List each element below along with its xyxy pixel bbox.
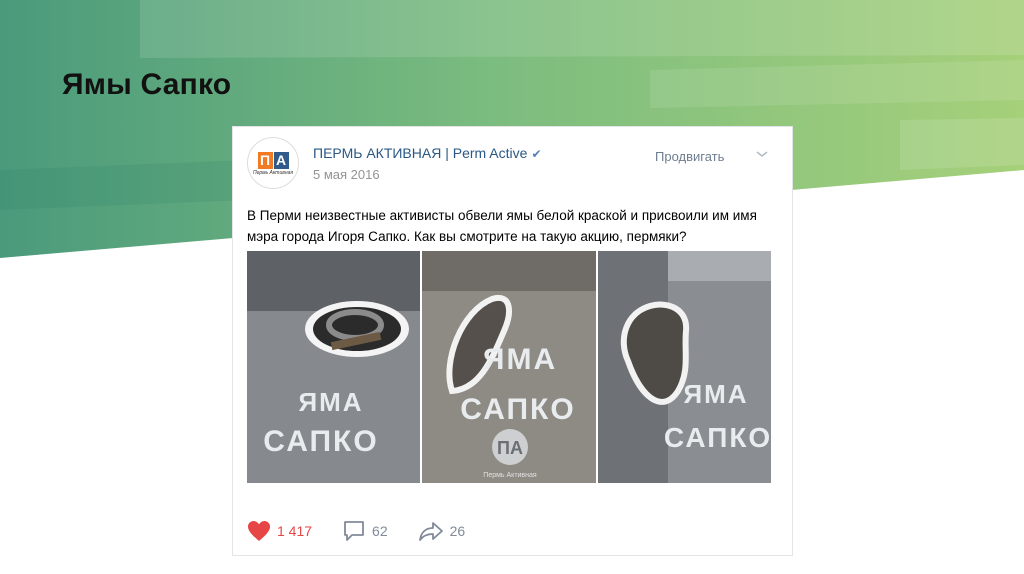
like-button[interactable]: 1 417: [247, 520, 312, 542]
pothole-photo-3: ЯМА САПКО: [597, 251, 771, 483]
pothole-photo-2: ЯМА САПКО ПА Пермь Активная: [422, 251, 596, 483]
comment-count: 62: [372, 523, 388, 539]
comment-icon: [344, 521, 364, 541]
post-actions: 1 417 62 26: [247, 519, 495, 543]
share-icon: [418, 522, 443, 541]
like-count: 1 417: [277, 523, 313, 539]
stencil-text-line2: САПКО: [263, 425, 378, 458]
stencil-text-line1: ЯМА: [483, 343, 557, 376]
stencil-text-line1: ЯМА: [683, 379, 748, 409]
post-photo[interactable]: ЯМА САПКО ПА Пермь Активная: [422, 251, 596, 483]
post-photo[interactable]: ЯМА САПКО: [247, 251, 421, 483]
stencil-text-line1: ЯМА: [298, 387, 363, 417]
watermark-letters: ПА: [497, 438, 523, 458]
vk-post-card: ПА Пермь Активная ПЕРМЬ АКТИВНАЯ | Perm …: [232, 126, 793, 556]
stencil-text-line2: САПКО: [663, 422, 771, 453]
community-avatar[interactable]: ПА Пермь Активная: [247, 137, 299, 189]
stencil-text-line2: САПКО: [461, 393, 576, 426]
photo-grid: ЯМА САПКО ЯМА САПКО ПА Пермь Активная ЯМ…: [247, 251, 771, 483]
community-logo: ПА: [257, 152, 289, 169]
share-button[interactable]: 26: [418, 520, 466, 542]
author-name: ПЕРМЬ АКТИВНАЯ | Perm Active: [313, 145, 528, 161]
slide-title: Ямы Сапко: [62, 68, 232, 101]
post-photo[interactable]: ЯМА САПКО: [597, 251, 771, 483]
promote-button[interactable]: Продвигать: [655, 149, 724, 164]
check-icon: ✔: [531, 147, 542, 161]
author-name-link[interactable]: ПЕРМЬ АКТИВНАЯ | Perm Active ✔: [313, 145, 542, 161]
share-count: 26: [449, 523, 466, 539]
post-date[interactable]: 5 мая 2016: [313, 167, 380, 182]
pothole-photo-1: ЯМА САПКО: [247, 251, 421, 483]
chevron-down-icon[interactable]: [755, 149, 769, 159]
avatar-caption: Пермь Активная: [252, 170, 294, 176]
post-text: В Перми неизвестные активисты обвели ямы…: [247, 208, 757, 244]
comment-button[interactable]: 62: [342, 520, 388, 542]
heart-icon: [248, 521, 270, 541]
watermark-caption: Пермь Активная: [484, 472, 538, 479]
